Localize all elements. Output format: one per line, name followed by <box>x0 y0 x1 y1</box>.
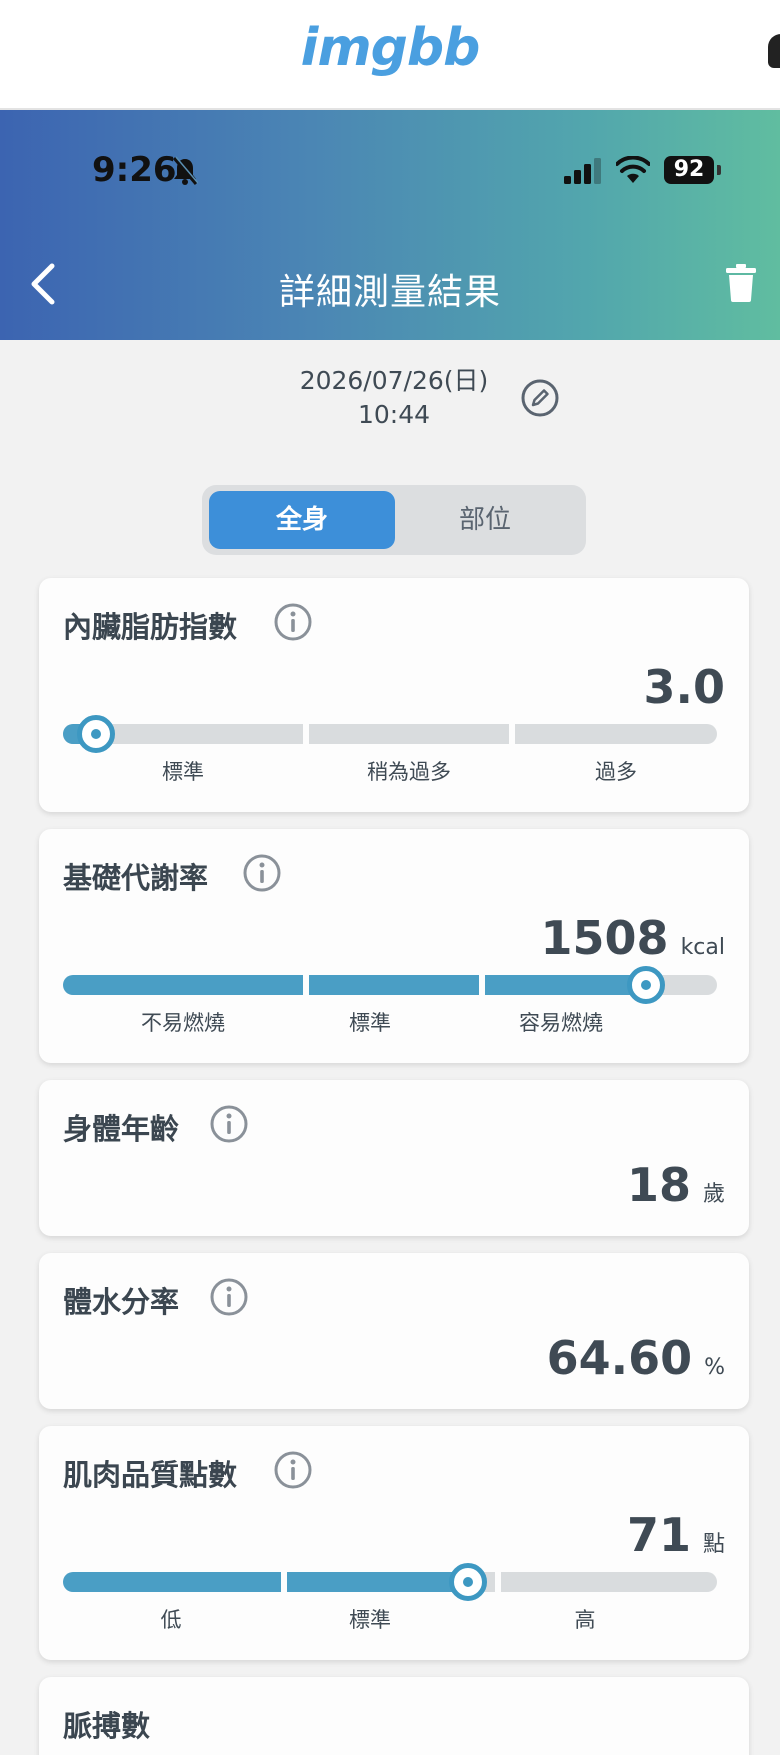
cell-signal-icon <box>564 158 601 184</box>
metric-value-row: 3.0 <box>644 660 726 714</box>
range-bar <box>63 715 717 753</box>
metric-card-pulse[interactable]: 脈搏數 <box>39 1677 749 1755</box>
range-segment <box>63 975 303 995</box>
range-label: 標準 <box>162 760 204 784</box>
range-label: 稍為過多 <box>367 760 451 784</box>
metric-title: 內臟脂肪指數 <box>63 610 238 644</box>
trash-icon[interactable] <box>726 264 756 302</box>
bell-muted-icon <box>172 156 198 185</box>
info-icon[interactable] <box>273 602 313 642</box>
range-label: 過多 <box>595 760 637 784</box>
range-label: 不易燃燒 <box>141 1011 225 1035</box>
metric-card-body-age[interactable]: 身體年齡 18 歲 <box>39 1080 749 1236</box>
metric-value: 3.0 <box>643 660 726 714</box>
range-segment <box>309 724 509 744</box>
page-title: 詳細測量結果 <box>278 272 501 313</box>
metric-card-bmr[interactable]: 基礎代謝率 1508 kcal 不易燃燒 標準 容易燃燒 <box>39 829 749 1063</box>
status-time: 9:26 <box>92 150 177 190</box>
range-knob <box>627 966 665 1004</box>
tab-body-part[interactable]: 部位 <box>392 491 578 549</box>
range-bar <box>63 966 717 1004</box>
metric-title: 體水分率 <box>63 1285 180 1319</box>
metric-value: 71 <box>626 1508 691 1562</box>
battery-nub <box>717 165 721 175</box>
metric-value-row: 64.60 % <box>547 1331 725 1385</box>
metric-value-row: 71 點 <box>627 1508 725 1562</box>
metric-card-muscle-quality[interactable]: 肌肉品質點數 71 點 低 標準 高 <box>39 1426 749 1660</box>
range-fill <box>287 1572 467 1592</box>
range-segment <box>515 724 717 744</box>
measurement-time: 10:44 <box>357 400 431 429</box>
range-label: 標準 <box>349 1608 391 1632</box>
range-label: 容易燃燒 <box>519 1011 603 1035</box>
metric-unit: 歲 <box>702 1182 725 1207</box>
battery-indicator: 92 <box>664 156 714 184</box>
metric-value: 64.60 <box>546 1331 693 1385</box>
range-label: 標準 <box>349 1011 391 1035</box>
metric-card-visceral-fat[interactable]: 內臟脂肪指數 3.0 標準 稍為過多 過多 <box>39 578 749 812</box>
imgbb-logo[interactable]: imgbb <box>0 18 780 78</box>
view-segmented-control: 全身 部位 <box>202 485 586 555</box>
range-knob <box>449 1563 487 1601</box>
range-segment <box>63 1572 281 1592</box>
info-icon[interactable] <box>273 1450 313 1490</box>
range-label: 高 <box>574 1608 596 1632</box>
metric-value-row: 1508 kcal <box>541 911 725 965</box>
range-segment <box>309 975 479 995</box>
range-knob <box>77 715 115 753</box>
range-segment <box>501 1572 717 1592</box>
app-header: 9:26 92 詳細測量結果 <box>0 110 780 340</box>
metric-value: 18 <box>626 1158 691 1212</box>
metric-unit: 點 <box>702 1532 725 1557</box>
metric-value-row: 18 歲 <box>627 1158 725 1212</box>
info-icon[interactable] <box>242 853 282 893</box>
metric-title: 脈搏數 <box>63 1709 151 1743</box>
metric-card-body-water[interactable]: 體水分率 64.60 % <box>39 1253 749 1409</box>
wifi-icon <box>616 156 650 183</box>
range-label: 低 <box>160 1608 182 1632</box>
metric-value: 1508 <box>540 911 669 965</box>
range-bar <box>63 1563 717 1601</box>
edit-pencil-icon[interactable] <box>520 378 560 418</box>
metric-unit: kcal <box>680 935 725 960</box>
imgbb-banner: imgbb <box>0 0 780 110</box>
range-fill <box>485 975 645 995</box>
metric-title: 身體年齡 <box>63 1112 180 1146</box>
metric-title: 基礎代謝率 <box>63 861 209 895</box>
user-avatar-icon[interactable] <box>768 34 780 68</box>
measurement-datetime: 2026/07/26(日) 10:44 <box>294 364 494 432</box>
tab-whole-body[interactable]: 全身 <box>209 491 395 549</box>
metric-unit: % <box>704 1355 725 1380</box>
measurement-date: 2026/07/26(日) <box>299 366 489 395</box>
metric-title: 肌肉品質點數 <box>63 1458 238 1492</box>
info-icon[interactable] <box>209 1104 249 1144</box>
info-icon[interactable] <box>209 1277 249 1317</box>
